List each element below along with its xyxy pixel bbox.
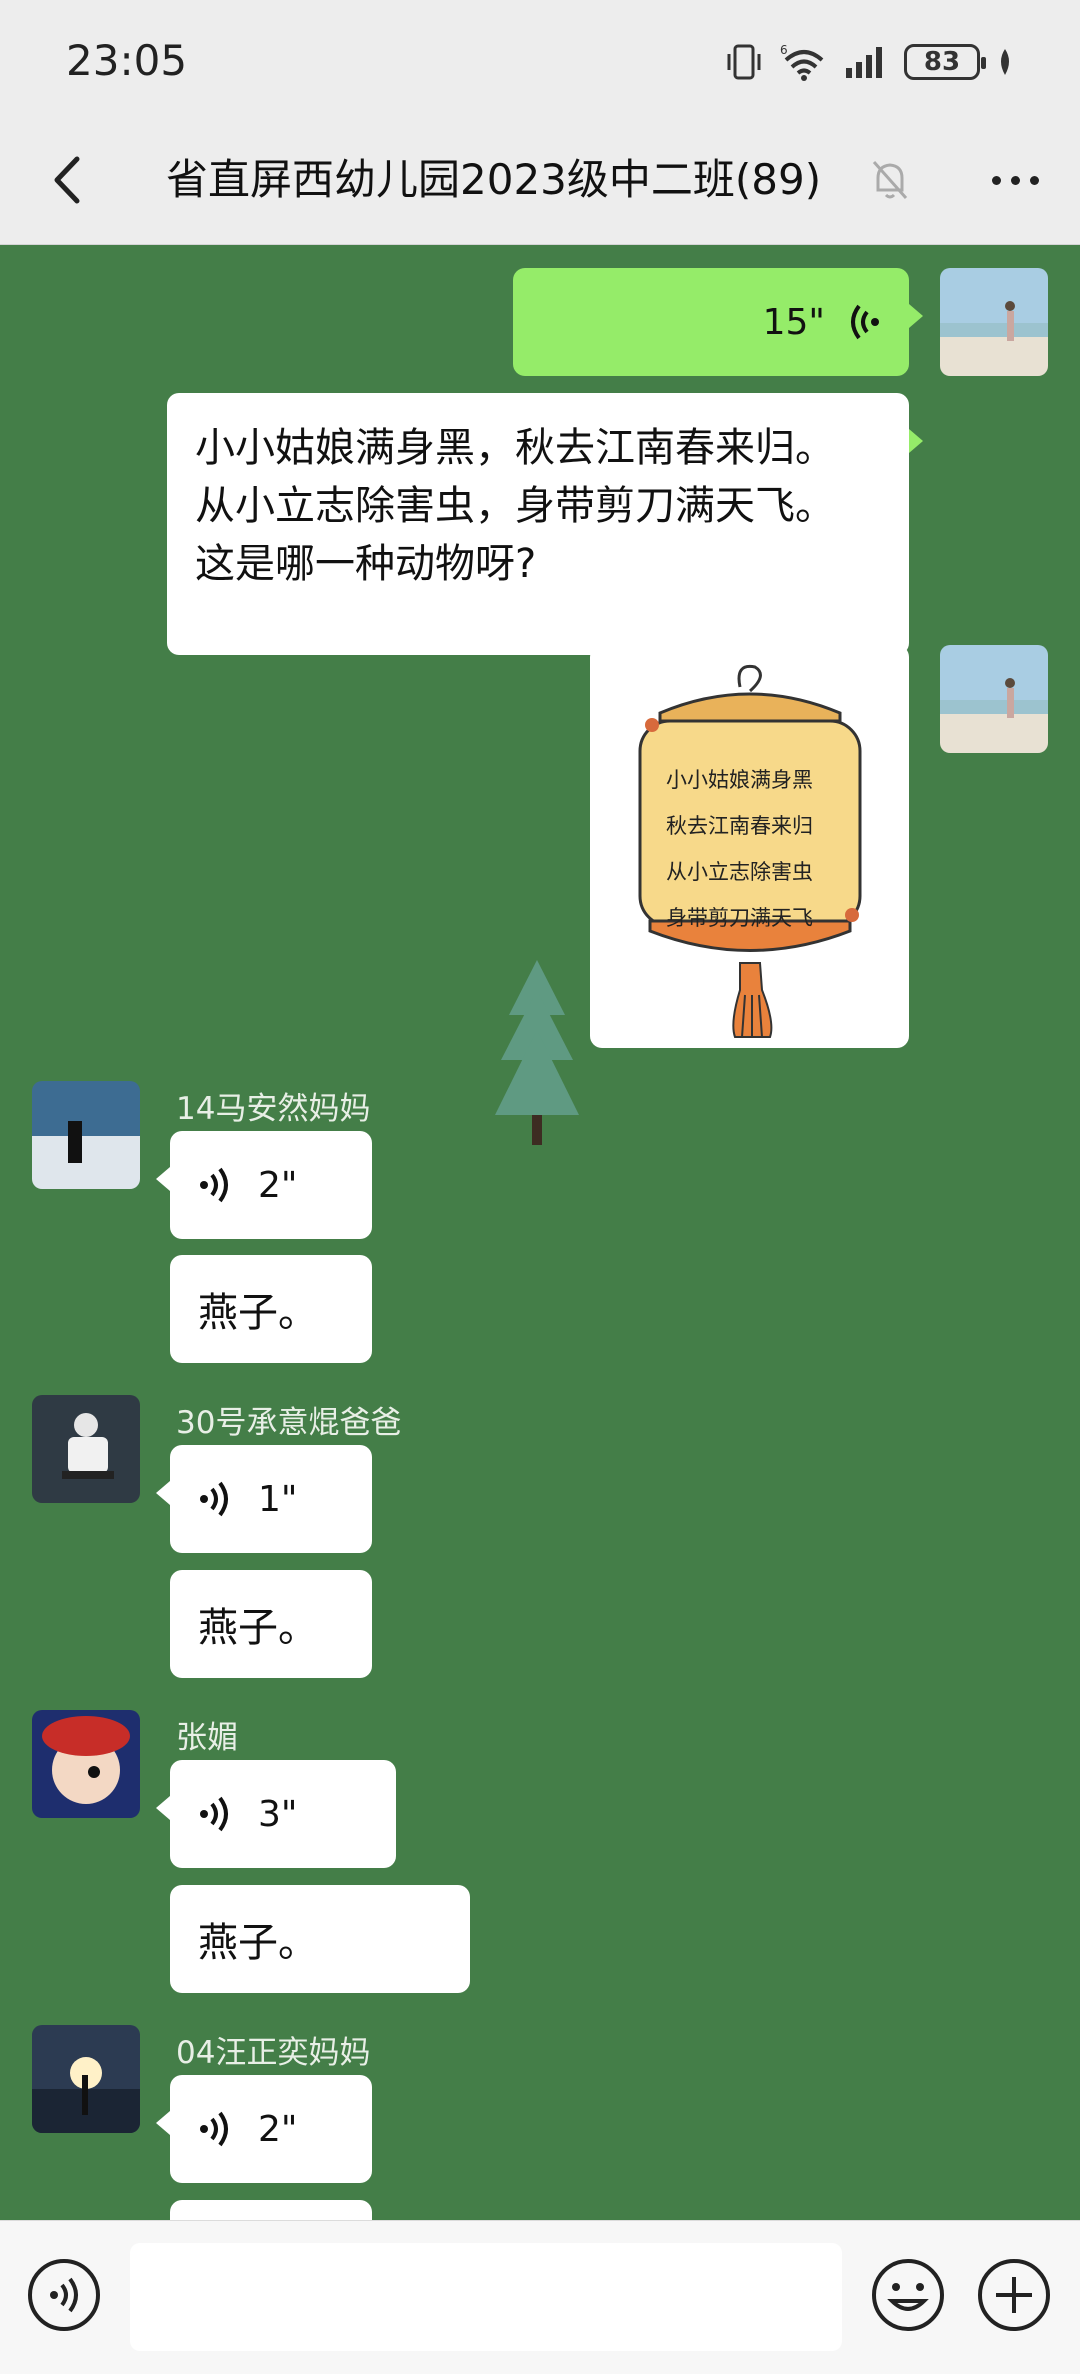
lantern-image-message[interactable]: 小小姑娘满身黑 秋去江南春来归 从小立志除害虫 身带剪刀满天飞 bbox=[590, 645, 909, 1048]
status-bar: 23:05 6 83 bbox=[0, 0, 1080, 120]
vibrate-icon bbox=[727, 44, 761, 80]
message-text: 燕子。 bbox=[198, 1290, 318, 1336]
member-avatar[interactable] bbox=[32, 1395, 140, 1503]
plus-icon[interactable] bbox=[974, 2255, 1054, 2335]
text-message[interactable]: 燕子。 bbox=[170, 1885, 470, 1993]
more-dot bbox=[1029, 175, 1039, 185]
voice-wave-icon bbox=[851, 304, 879, 340]
voice-duration: 2" bbox=[258, 1164, 298, 1206]
wifi-icon: 6 bbox=[780, 43, 824, 81]
signal-icon bbox=[846, 47, 882, 78]
riddle-line-2: 从小立志除害虫，身带剪刀满天飞。 bbox=[195, 483, 835, 529]
voice-duration: 3" bbox=[258, 1793, 298, 1835]
input-bar bbox=[0, 2220, 1080, 2374]
voice-duration: 2" bbox=[258, 2108, 298, 2150]
chat-title: 省直屏西幼儿园2023级中二班(89) bbox=[166, 155, 822, 204]
text-message[interactable]: 燕子。 bbox=[170, 1570, 372, 1678]
lantern-line-2: 秋去江南春来归 bbox=[666, 814, 813, 838]
bell-off-icon bbox=[872, 161, 908, 199]
voice-wave-icon bbox=[200, 1167, 228, 1203]
leaf-icon bbox=[1001, 49, 1009, 75]
message-text: 燕子。 bbox=[198, 1605, 318, 1651]
member-avatar[interactable] bbox=[32, 1081, 140, 1189]
member-avatar[interactable] bbox=[32, 1710, 140, 1818]
voice-input-icon[interactable] bbox=[24, 2255, 104, 2335]
voice-message[interactable]: 2" bbox=[156, 1131, 372, 1239]
chat-header: 省直屏西幼儿园2023级中二班(89) bbox=[0, 120, 1080, 245]
text-message-partial[interactable] bbox=[170, 2200, 372, 2220]
voice-message[interactable]: 3" bbox=[156, 1760, 396, 1868]
svg-text:6: 6 bbox=[780, 43, 788, 57]
sender-name: 14马安然妈妈 bbox=[176, 1091, 371, 1127]
more-dots-icon bbox=[991, 175, 1001, 185]
status-time: 23:05 bbox=[66, 36, 188, 85]
message-input[interactable] bbox=[130, 2243, 842, 2351]
lantern-line-4: 身带剪刀满天飞 bbox=[666, 906, 813, 930]
riddle-line-3: 这是哪一种动物呀? bbox=[195, 541, 537, 587]
sender-name: 张媚 bbox=[176, 1720, 238, 1756]
voice-wave-icon bbox=[200, 1481, 228, 1517]
more-button[interactable] bbox=[980, 150, 1050, 210]
voice-duration: 1" bbox=[258, 1478, 298, 1520]
status-icons: 6 83 bbox=[724, 40, 1014, 84]
tree-decoration-icon bbox=[495, 960, 579, 1145]
self-avatar[interactable] bbox=[940, 268, 1048, 376]
riddle-message[interactable]: 小小姑娘满身黑，秋去江南春来归。 从小立志除害虫，身带剪刀满天飞。 这是哪一种动… bbox=[167, 393, 923, 655]
back-button[interactable] bbox=[36, 150, 96, 210]
sender-name: 04汪正奕妈妈 bbox=[176, 2035, 371, 2071]
member-avatar[interactable] bbox=[32, 2025, 140, 2133]
lantern-line-1: 小小姑娘满身黑 bbox=[666, 768, 813, 792]
riddle-line-1: 小小姑娘满身黑，秋去江南春来归。 bbox=[195, 425, 835, 471]
more-dot bbox=[1010, 175, 1020, 185]
sender-name: 30号承意焜爸爸 bbox=[176, 1405, 402, 1441]
text-message[interactable]: 燕子。 bbox=[170, 1255, 372, 1363]
lantern-line-3: 从小立志除害虫 bbox=[666, 860, 813, 884]
voice-message[interactable]: 2" bbox=[156, 2075, 372, 2183]
voice-wave-icon bbox=[200, 1796, 228, 1832]
voice-message[interactable]: 1" bbox=[156, 1445, 372, 1553]
battery-icon: 83 bbox=[904, 44, 986, 80]
voice-duration: 15" bbox=[762, 301, 825, 343]
chevron-left-icon bbox=[54, 156, 80, 204]
self-voice-message[interactable]: 15" bbox=[513, 268, 923, 376]
emoji-icon[interactable] bbox=[868, 2255, 948, 2335]
chat-area[interactable]: 15" 小小姑娘满身黑，秋去江南春来归。 从小立志除害虫，身带剪刀满天飞。 这是… bbox=[0, 245, 1080, 2220]
message-text: 燕子。 bbox=[198, 1920, 318, 1966]
voice-wave-icon bbox=[200, 2111, 228, 2147]
self-avatar[interactable] bbox=[940, 645, 1048, 753]
